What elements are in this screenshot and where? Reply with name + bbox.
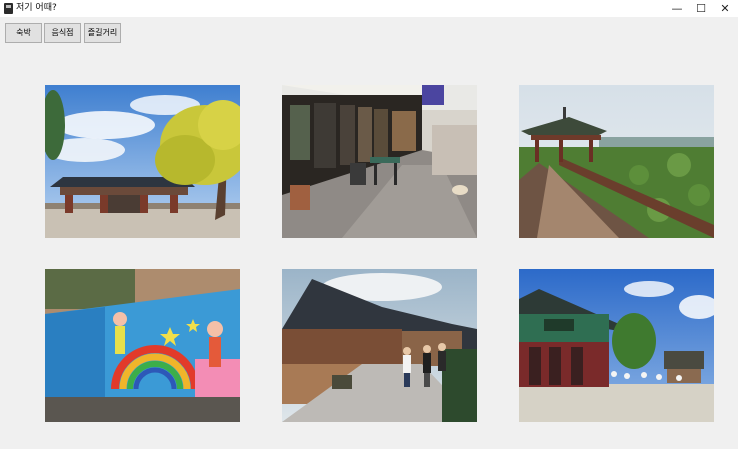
photo-mural-wall[interactable] bbox=[45, 269, 240, 422]
photo-hanok-village[interactable] bbox=[282, 269, 477, 422]
maximize-button[interactable]: ☐ bbox=[688, 0, 714, 17]
photo-cafe-street[interactable] bbox=[282, 85, 477, 238]
attractions-button[interactable]: 즐길거리 bbox=[84, 23, 121, 43]
lodging-button[interactable]: 숙박 bbox=[5, 23, 42, 43]
close-button[interactable]: ✕ bbox=[712, 0, 738, 17]
photo-shrine-courtyard[interactable] bbox=[519, 269, 714, 422]
app-icon bbox=[4, 3, 13, 14]
photo-pavilion-lotus[interactable] bbox=[519, 85, 714, 238]
minimize-button[interactable]: — bbox=[664, 0, 690, 17]
restaurant-button[interactable]: 음식점 bbox=[44, 23, 81, 43]
window-title: 저기 어때? bbox=[16, 3, 57, 13]
title-bar: 저기 어때? — ☐ ✕ bbox=[0, 0, 738, 17]
photo-hanok-gate[interactable] bbox=[45, 85, 240, 238]
